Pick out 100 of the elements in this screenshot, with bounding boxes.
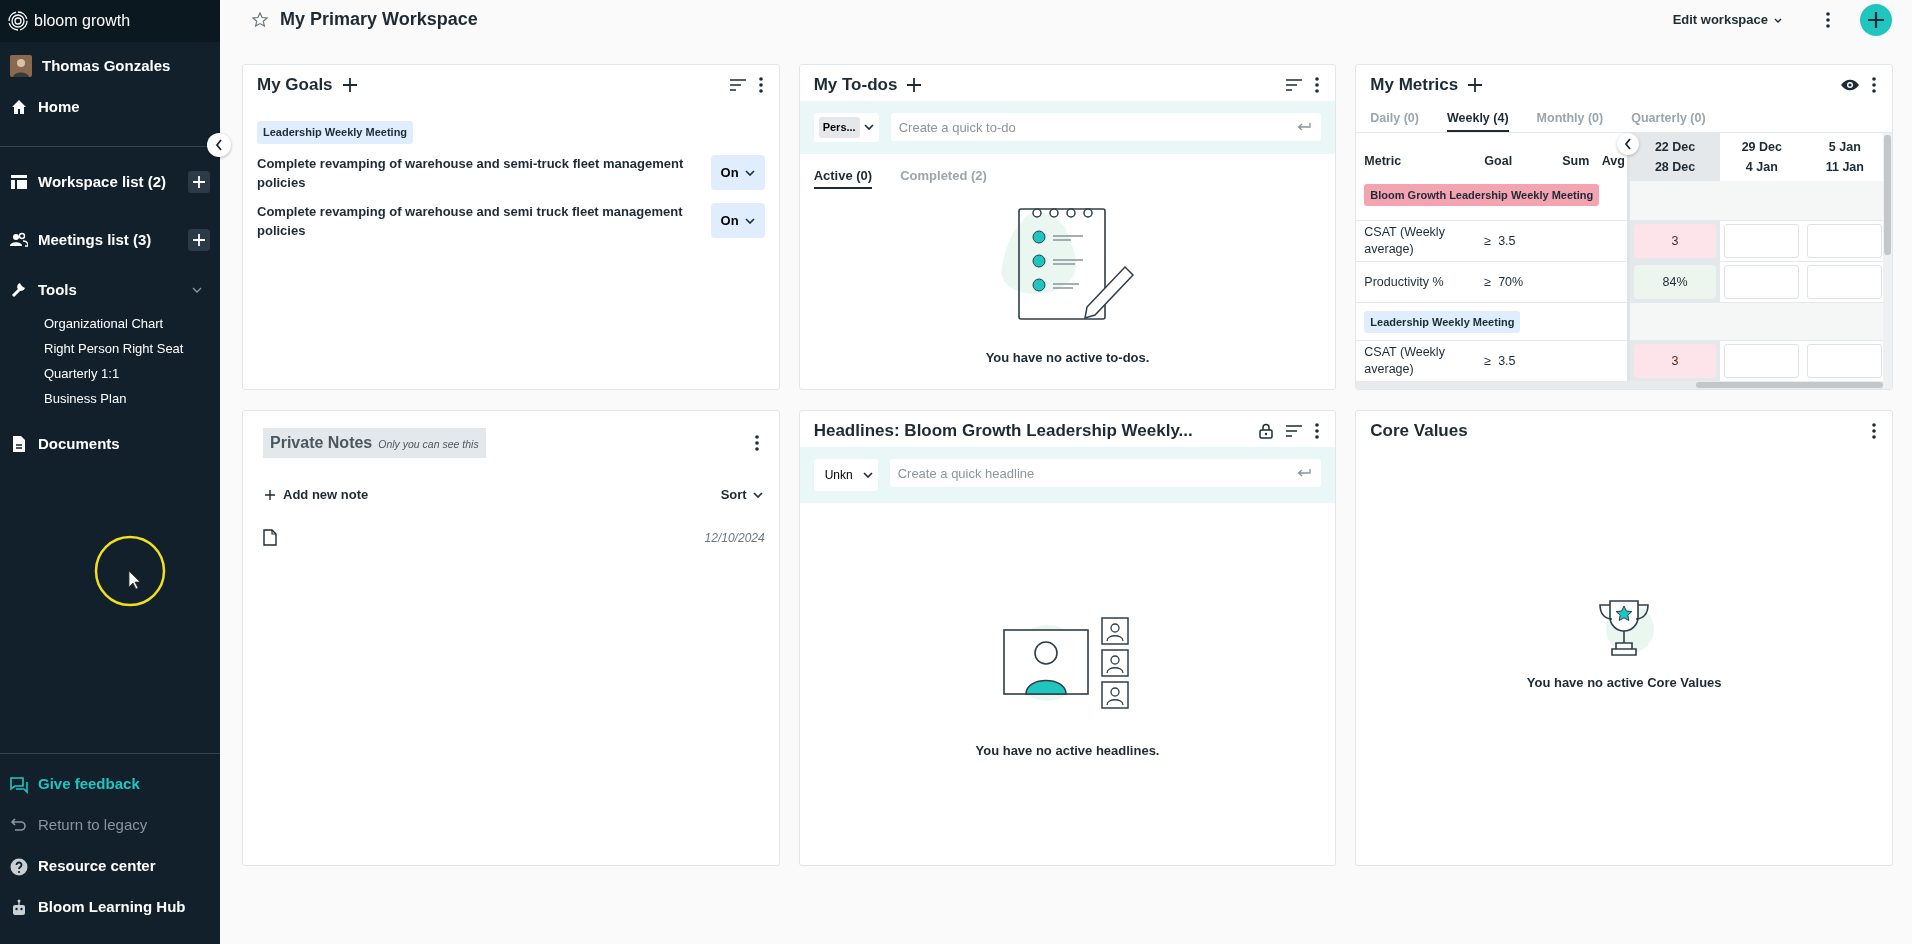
lock-icon — [1259, 423, 1274, 439]
star-icon — [252, 12, 268, 28]
meeting-tag: Leadership Weekly Meeting — [1364, 310, 1521, 333]
status-dropdown[interactable]: On — [710, 202, 765, 239]
score-cell[interactable] — [1724, 224, 1800, 259]
score-cell[interactable] — [1807, 265, 1883, 300]
note-date[interactable]: 12/10/2024 — [704, 528, 765, 547]
expand-toggle[interactable] — [190, 285, 204, 295]
panel-title: Core Values — [1370, 420, 1468, 443]
help-icon — [10, 857, 28, 876]
user-name[interactable]: Thomas Gonzales — [42, 54, 171, 78]
goal-title[interactable]: Complete revamping of warehouse and semi truck fleet management policies — [257, 201, 695, 240]
plus-icon — [1867, 11, 1885, 29]
footer-link[interactable]: Give feedback — [38, 773, 140, 796]
nav-subitem[interactable]: Right Person Right Seat — [44, 341, 184, 356]
panel-title: Private Notes — [270, 433, 373, 453]
feedback-icon — [10, 775, 28, 794]
nav-item[interactable]: Home — [38, 95, 80, 119]
footer-link[interactable]: Return to legacy — [38, 814, 148, 837]
metric-name[interactable]: CSAT (Weekly average) — [1364, 224, 1469, 259]
document-icon — [263, 529, 277, 546]
robot-icon — [10, 898, 28, 917]
add-button[interactable] — [188, 171, 210, 193]
owner-dropdown[interactable]: Pers... — [813, 113, 879, 142]
edit-workspace-button[interactable]: Edit workspace — [1670, 8, 1784, 32]
plus-icon — [193, 234, 205, 246]
footer-link[interactable]: Bloom Learning Hub — [38, 896, 186, 919]
nav-item[interactable]: Documents — [38, 432, 120, 456]
empty-message: You have no active to-dos. — [985, 349, 1150, 367]
goal-value: ≥ 70% — [1484, 274, 1524, 289]
metric-name[interactable]: CSAT (Weekly average) — [1364, 344, 1469, 379]
footer-link[interactable]: Resource center — [38, 855, 156, 878]
add-button[interactable] — [188, 229, 210, 251]
nav-subitem[interactable]: Business Plan — [44, 391, 127, 406]
quick-add-field[interactable]: Create a quick headline — [889, 459, 1322, 487]
panel-title: My Goals — [257, 74, 333, 97]
chevron-down-icon — [752, 491, 763, 498]
tab[interactable]: Weekly (4) — [1446, 107, 1509, 132]
add-button[interactable] — [905, 76, 924, 94]
panel-title: Headlines: Bloom Growth Leadership Weekly... — [813, 420, 1193, 443]
sort-icon — [1285, 79, 1304, 91]
more-icon — [1872, 77, 1876, 93]
nav-subitem[interactable]: Organizational Chart — [44, 316, 164, 331]
owner-dropdown[interactable]: Unkn — [813, 459, 878, 491]
chevron-left-icon — [215, 139, 223, 151]
nav-item[interactable]: Meetings list (3) — [38, 228, 152, 252]
more-icon — [758, 77, 763, 93]
more-options-button[interactable] — [1313, 75, 1322, 95]
chevron-down-icon — [863, 124, 874, 131]
empty-message: You have no active headlines. — [975, 742, 1160, 760]
collapse-sidebar-button[interactable] — [207, 133, 231, 157]
status-dropdown[interactable]: On — [710, 154, 765, 191]
quick-add-field[interactable]: Create a quick to-do — [890, 113, 1322, 141]
add-button[interactable] — [1860, 4, 1892, 36]
score-cell[interactable] — [1807, 224, 1883, 259]
plus-icon — [265, 489, 275, 500]
score-cell[interactable]: 3 — [1633, 344, 1717, 379]
return-icon — [1297, 122, 1312, 132]
score-cell[interactable]: 84% — [1633, 265, 1717, 300]
add-button[interactable] — [340, 76, 359, 94]
more-icon — [1872, 423, 1876, 439]
column-header: Goal — [1484, 154, 1513, 168]
avatar — [10, 55, 32, 77]
more-options-button[interactable] — [752, 433, 761, 453]
score-cell[interactable] — [1724, 265, 1800, 300]
wrench-icon — [10, 281, 28, 299]
column-header: Avg — [1601, 154, 1625, 168]
goal-title[interactable]: Complete revamping of warehouse and semi-truck fleet management policies — [257, 153, 695, 192]
page-title: My Primary Workspace — [280, 9, 478, 31]
tab[interactable]: Active (0) — [813, 163, 873, 189]
star-button[interactable] — [250, 10, 270, 30]
nav-item[interactable]: Tools — [38, 278, 77, 302]
score-cell[interactable] — [1724, 344, 1800, 379]
more-icon — [1315, 77, 1320, 93]
plus-icon — [1468, 78, 1483, 92]
goal-value: ≥ 3.5 — [1484, 353, 1516, 368]
more-options-button[interactable] — [1870, 421, 1878, 441]
sort-icon — [1285, 425, 1304, 437]
more-options-button[interactable] — [1870, 75, 1878, 95]
week-start: 29 Dec — [1740, 138, 1783, 156]
more-options-button[interactable] — [1824, 10, 1832, 30]
score-cell[interactable] — [1807, 344, 1883, 379]
nav-item[interactable]: Workspace list (2) — [38, 170, 167, 194]
column-header: Sum — [1562, 154, 1590, 168]
sort-dropdown[interactable]: Sort — [718, 483, 765, 507]
more-icon — [1315, 423, 1320, 439]
week-end: 28 Dec — [1653, 158, 1697, 176]
caret-icon — [1774, 17, 1782, 23]
score-cell[interactable]: 3 — [1633, 224, 1717, 259]
logo-icon — [8, 11, 28, 31]
more-options-button[interactable] — [1313, 421, 1322, 441]
add-button[interactable] — [1466, 76, 1485, 94]
home-icon — [10, 98, 28, 116]
more-options-button[interactable] — [756, 75, 765, 95]
nav-subitem[interactable]: Quarterly 1:1 — [44, 366, 120, 381]
lock-button[interactable] — [1257, 421, 1276, 441]
metric-name[interactable]: Productivity % — [1364, 273, 1469, 291]
sort-icon — [728, 79, 747, 91]
brand-name: bloom growth — [34, 11, 131, 31]
add-note-button[interactable]: Add new note — [263, 483, 371, 507]
